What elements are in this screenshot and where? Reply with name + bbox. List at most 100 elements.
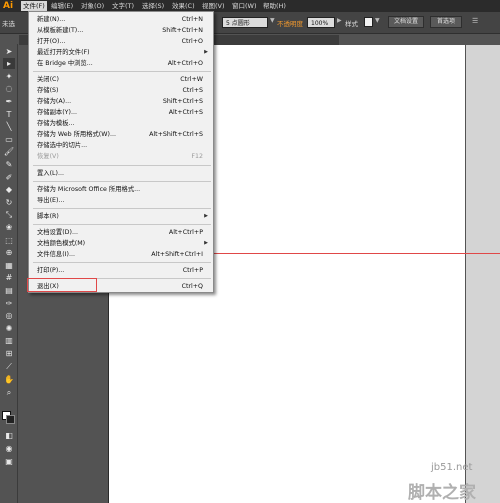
menu-item-new-from-template[interactable]: 从模板新建(T)... Shift+Ctrl+N (29, 25, 213, 36)
menu-item-close[interactable]: 关闭(C) Ctrl+W (29, 74, 213, 85)
menu-item-save-copy[interactable]: 存储副本(Y)... Alt+Ctrl+S (29, 107, 213, 118)
vertical-scrollbar[interactable] (466, 45, 500, 503)
blend-tool-icon[interactable]: ◎ (3, 310, 15, 321)
menu-type[interactable]: 文字(T) (110, 1, 136, 11)
menu-item-shortcut: Shift+Ctrl+S (162, 98, 203, 105)
magic-wand-tool-icon[interactable]: ✦ (3, 71, 15, 82)
menu-edit[interactable]: 编辑(E) (49, 1, 75, 11)
menu-item-label: 最近打开的文件(F) (37, 49, 90, 56)
type-tool-icon[interactable]: T (3, 109, 15, 120)
preferences-button[interactable]: 首选项 (430, 16, 462, 28)
menu-item-file-info[interactable]: 文件信息(I)... Alt+Shift+Ctrl+I (29, 249, 213, 260)
free-transform-tool-icon[interactable]: ⬚ (3, 235, 15, 246)
hand-tool-icon[interactable]: ✋ (3, 374, 15, 385)
submenu-arrow-icon: ▶ (204, 240, 208, 246)
chevron-right-icon[interactable]: ▶ (337, 17, 342, 24)
menu-item-save[interactable]: 存储(S) Ctrl+S (29, 85, 213, 96)
artboard-tool-icon[interactable]: ⊞ (3, 348, 15, 359)
menu-item-label: 导出(E)... (37, 197, 65, 204)
paintbrush-tool-icon[interactable]: 🖌 (3, 146, 15, 157)
zoom-tool-icon[interactable]: ⌕ (3, 387, 15, 398)
menu-item-document-setup[interactable]: 文档设置(D)... Alt+Ctrl+P (29, 227, 213, 238)
menu-item-export[interactable]: 导出(E)... (29, 195, 213, 206)
menu-separator (33, 262, 211, 263)
menu-help[interactable]: 帮助(H) (261, 1, 288, 11)
lasso-tool-icon[interactable]: ◌ (3, 83, 15, 94)
menu-view[interactable]: 视图(V) (200, 1, 227, 11)
menu-item-label: 新建(N)... (37, 16, 66, 23)
menu-window[interactable]: 窗口(W) (230, 1, 259, 11)
menu-item-revert[interactable]: 恢复(V) F12 (29, 151, 213, 162)
selection-tool-icon[interactable]: ➤ (3, 46, 15, 57)
chevron-down-icon[interactable]: ▼ (375, 17, 380, 24)
menu-item-shortcut: Ctrl+Q (181, 283, 203, 290)
rotate-tool-icon[interactable]: ↻ (3, 197, 15, 208)
menu-item-open[interactable]: 打开(O)... Ctrl+O (29, 36, 213, 47)
color-mode-icon[interactable]: ◧ (3, 430, 15, 441)
column-graph-tool-icon[interactable]: ▥ (3, 335, 15, 346)
menu-item-save-as[interactable]: 存储为(A)... Shift+Ctrl+S (29, 96, 213, 107)
menu-item-save-as-template[interactable]: 存储为模板... (29, 118, 213, 129)
style-label: 样式 (345, 20, 358, 28)
menu-item-shortcut: F12 (191, 153, 203, 160)
document-setup-button[interactable]: 文档设置 (388, 16, 424, 28)
panel-menu-icon[interactable]: ☰ (472, 17, 478, 25)
menu-item-document-color-mode[interactable]: 文档颜色模式(M) ▶ (29, 238, 213, 249)
menu-item-label: 置入(L)... (37, 170, 65, 177)
menu-item-save-for-office[interactable]: 存储为 Microsoft Office 所用格式... (29, 184, 213, 195)
pencil-tool-icon[interactable]: ✎ (3, 159, 15, 170)
menu-item-shortcut: Ctrl+P (182, 267, 203, 274)
menu-item-label: 恢复(V) (37, 153, 59, 160)
eraser-tool-icon[interactable]: ◆ (3, 184, 15, 195)
menu-object[interactable]: 对象(O) (79, 1, 106, 11)
slice-tool-icon[interactable]: ⟋ (3, 361, 15, 372)
line-segment-tool-icon[interactable]: ╲ (3, 121, 15, 132)
draw-mode-icon[interactable]: ◉ (3, 443, 15, 454)
menu-item-label: 存储副本(Y)... (37, 109, 77, 116)
perspective-grid-tool-icon[interactable]: ▦ (3, 260, 15, 271)
menu-item-label: 关闭(C) (37, 76, 59, 83)
rectangle-tool-icon[interactable]: ▭ (3, 134, 15, 145)
menu-item-label: 在 Bridge 中浏览... (37, 60, 93, 67)
menu-item-shortcut: Ctrl+N (181, 16, 203, 23)
menu-item-save-for-web[interactable]: 存储为 Web 所用格式(W)... Alt+Shift+Ctrl+S (29, 129, 213, 140)
symbol-sprayer-tool-icon[interactable]: ✺ (3, 323, 15, 334)
menu-separator (33, 165, 211, 166)
menu-item-save-selected-slices[interactable]: 存储选中的切片... (29, 140, 213, 151)
menu-item-place[interactable]: 置入(L)... (29, 168, 213, 179)
stroke-color-swatch[interactable] (6, 415, 15, 424)
menu-item-shortcut: Alt+Shift+Ctrl+I (151, 251, 203, 258)
shape-builder-tool-icon[interactable]: ⊕ (3, 247, 15, 258)
opacity-input[interactable]: 100% (307, 17, 335, 28)
screen-mode-icon[interactable]: ▣ (3, 456, 15, 467)
brush-profile-select[interactable]: 5 点圆形 (222, 17, 268, 28)
mesh-tool-icon[interactable]: # (3, 272, 15, 283)
menu-effect[interactable]: 效果(C) (170, 1, 197, 11)
direct-selection-tool-icon[interactable]: ▸ (3, 58, 15, 69)
menu-item-recent-files[interactable]: 最近打开的文件(F) ▶ (29, 47, 213, 58)
pen-tool-icon[interactable]: ✒ (3, 96, 15, 107)
opacity-label[interactable]: 不透明度 (277, 18, 303, 28)
warp-tool-icon[interactable]: ❀ (3, 222, 15, 233)
blob-brush-tool-icon[interactable]: ✐ (3, 172, 15, 183)
menu-item-label: 文档颜色模式(M) (37, 240, 86, 247)
menu-file[interactable]: 文件(F) (21, 1, 47, 11)
menu-item-scripts[interactable]: 脚本(R) ▶ (29, 211, 213, 222)
menu-item-label: 存储为 Web 所用格式(W)... (37, 131, 116, 138)
submenu-arrow-icon: ▶ (204, 49, 208, 55)
chevron-down-icon[interactable]: ▼ (270, 17, 275, 24)
menu-item-browse-bridge[interactable]: 在 Bridge 中浏览... Alt+Ctrl+O (29, 58, 213, 69)
gradient-tool-icon[interactable]: ▤ (3, 285, 15, 296)
eyedropper-tool-icon[interactable]: ✑ (3, 298, 15, 309)
menu-item-label: 从模板新建(T)... (37, 27, 84, 34)
menu-item-shortcut: Ctrl+W (180, 76, 203, 83)
scale-tool-icon[interactable]: ⤡ (3, 209, 15, 220)
menu-item-shortcut: Alt+Ctrl+S (168, 109, 203, 116)
menu-item-print[interactable]: 打印(P)... Ctrl+P (29, 265, 213, 276)
style-swatch[interactable] (364, 17, 373, 27)
menu-separator (33, 181, 211, 182)
menu-item-label: 文件信息(I)... (37, 251, 75, 258)
menu-item-new[interactable]: 新建(N)... Ctrl+N (29, 14, 213, 25)
menu-select[interactable]: 选择(S) (140, 1, 166, 11)
exit-highlight-box (27, 278, 97, 292)
